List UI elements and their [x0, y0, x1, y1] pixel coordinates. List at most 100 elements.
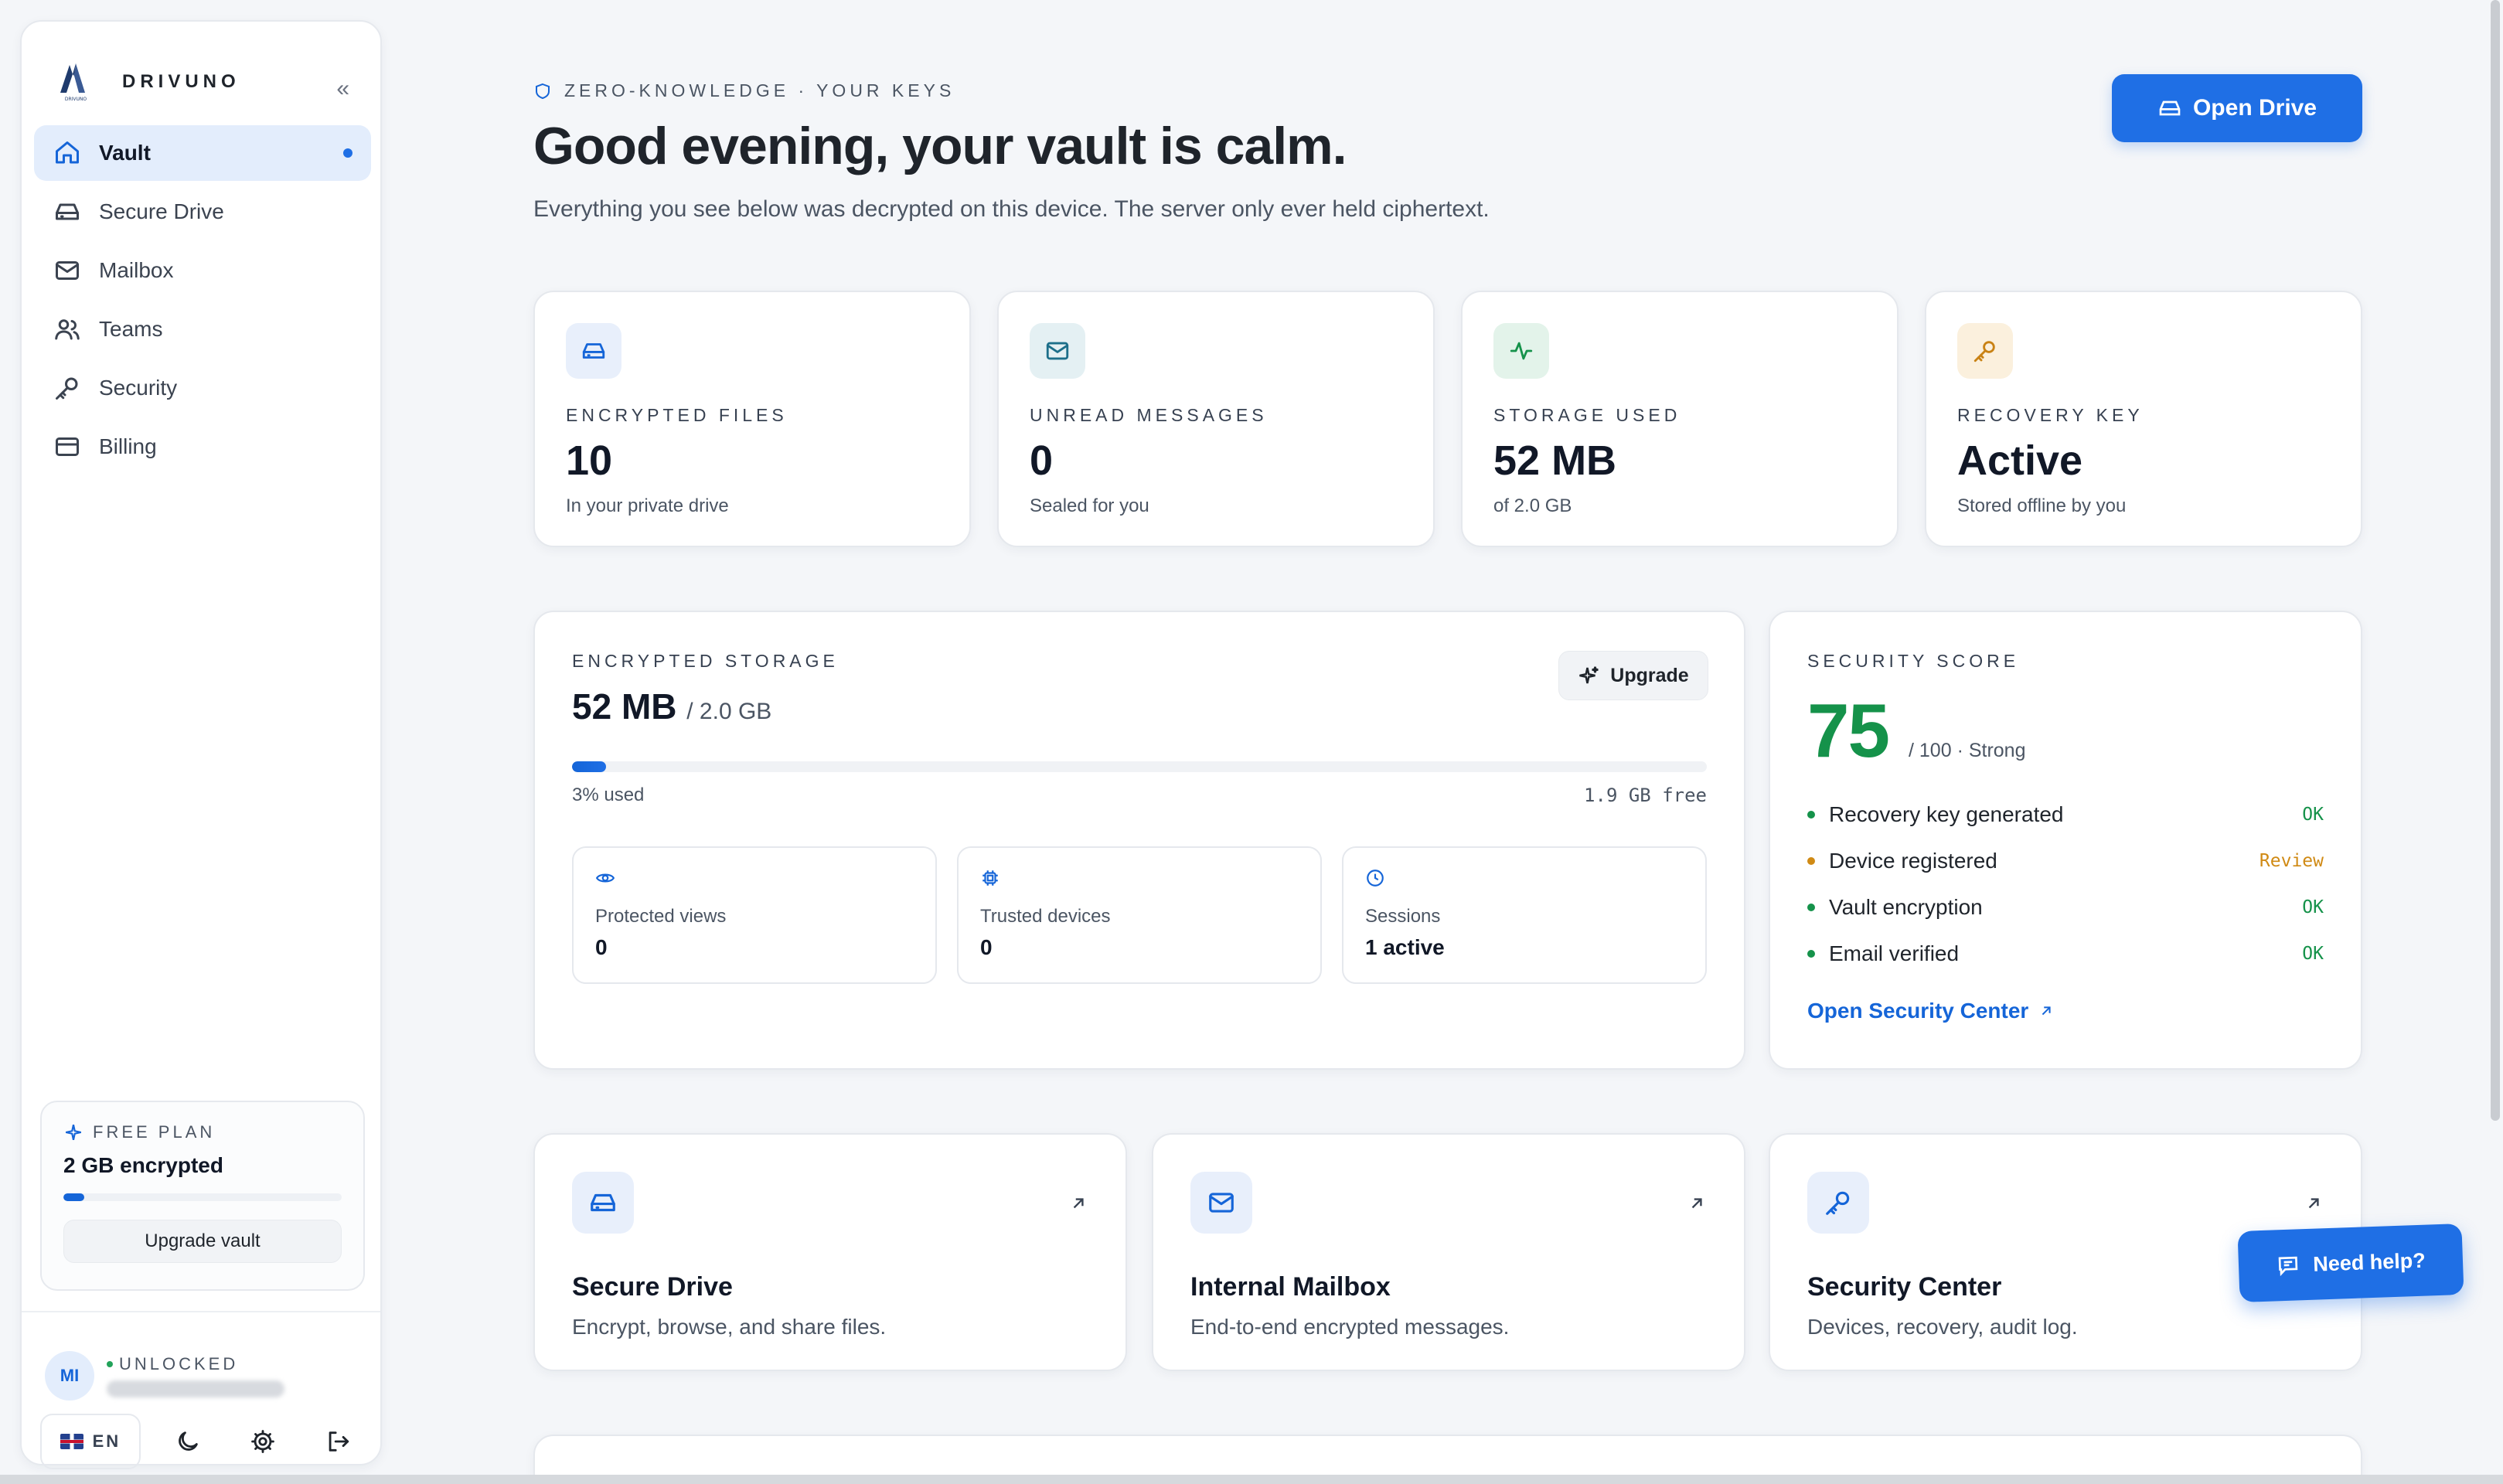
- score-row: 75 / 100 · Strong: [1807, 687, 2324, 774]
- quick-link-secure-drive[interactable]: Secure Drive Encrypt, browse, and share …: [533, 1133, 1127, 1371]
- plan-usage-bar: [63, 1193, 342, 1201]
- sidebar-item-secure-drive[interactable]: Secure Drive: [34, 184, 371, 240]
- storage-label: ENCRYPTED STORAGE: [572, 651, 839, 671]
- horizontal-scrollbar[interactable]: [0, 1475, 2503, 1484]
- encrypted-storage-card: ENCRYPTED STORAGE 52 MB / 2.0 GB Upgrade…: [533, 611, 1745, 1070]
- clock-icon: [1367, 870, 1384, 887]
- key-icon: [1807, 1172, 1869, 1234]
- status-badge: OK: [2302, 897, 2324, 917]
- sidebar-item-teams[interactable]: Teams: [34, 301, 371, 357]
- sidebar-item-label: Secure Drive: [99, 199, 224, 223]
- status-badge: OK: [2302, 944, 2324, 964]
- mini-trusted-devices: Trusted devices 0: [957, 846, 1322, 984]
- status-badge: Review: [2259, 851, 2324, 871]
- arrow-up-right-icon: [1068, 1193, 1088, 1217]
- vault-status: UNLOCKED: [107, 1354, 284, 1374]
- arrow-up-right-icon: [2042, 1006, 2051, 1016]
- quick-link-desc: End-to-end encrypted messages.: [1190, 1315, 1510, 1339]
- stat-sub: Sealed for you: [1030, 495, 1149, 516]
- quick-link-desc: Encrypt, browse, and share files.: [572, 1315, 887, 1339]
- sidebar-item-label: Mailbox: [99, 258, 174, 282]
- score-value: 75: [1807, 688, 1890, 773]
- theme-toggle-button[interactable]: [161, 1414, 216, 1469]
- active-indicator: [343, 148, 352, 158]
- sidebar-item-security[interactable]: Security: [34, 360, 371, 416]
- open-drive-button[interactable]: Open Drive: [2112, 74, 2362, 142]
- sidebar-item-vault[interactable]: Vault: [34, 125, 371, 181]
- score-label: SECURITY SCORE: [1807, 651, 2020, 671]
- activity-icon: [1493, 323, 1549, 379]
- mini-sessions: Sessions 1 active: [1342, 846, 1707, 984]
- stat-card-encrypted-files[interactable]: ENCRYPTED FILES 10 In your private drive: [533, 291, 971, 547]
- open-security-center-link[interactable]: Open Security Center: [1807, 999, 2324, 1023]
- sparkle-icon: [66, 1125, 81, 1140]
- storage-free-text: 1.9 GB free: [1584, 785, 1707, 806]
- sidebar-item-label: Teams: [99, 317, 163, 341]
- check-vault-encryption: Vault encryption OK: [1807, 884, 2324, 931]
- brand-logo-icon: DRIVUNO: [60, 63, 87, 102]
- need-help-button[interactable]: Need help?: [2237, 1223, 2464, 1303]
- user-row[interactable]: MI UNLOCKED: [45, 1351, 284, 1401]
- drive-icon: [566, 323, 621, 379]
- status-dot: [1807, 811, 1815, 819]
- quick-link-desc: Devices, recovery, audit log.: [1807, 1315, 2078, 1339]
- security-score-card: SECURITY SCORE 75 / 100 · Strong Recover…: [1769, 611, 2362, 1070]
- arrow-up-right-icon: [2304, 1193, 2324, 1217]
- status-badge: OK: [2302, 805, 2324, 825]
- storage-usage-fill: [572, 761, 607, 772]
- stat-card-recovery-key[interactable]: RECOVERY KEY Active Stored offline by yo…: [1925, 291, 2362, 547]
- quick-link-internal-mailbox[interactable]: Internal Mailbox End-to-end encrypted me…: [1152, 1133, 1745, 1371]
- sidebar-item-label: Vault: [99, 141, 151, 165]
- sidebar-item-billing[interactable]: Billing: [34, 419, 371, 475]
- score-max: / 100 · Strong: [1909, 740, 2026, 761]
- key-icon: [1957, 323, 2013, 379]
- sidebar-nav: Vault Secure Drive Mailbox Teams Securit…: [34, 125, 371, 478]
- stat-sub: In your private drive: [566, 495, 729, 516]
- upgrade-vault-button[interactable]: Upgrade vault: [63, 1220, 342, 1263]
- avatar: MI: [45, 1351, 94, 1401]
- divider: [22, 1311, 380, 1312]
- plan-card: FREE PLAN 2 GB encrypted Upgrade vault: [40, 1101, 365, 1291]
- sidebar-item-label: Billing: [99, 434, 157, 458]
- moon-icon: [179, 1431, 198, 1451]
- stat-value: 52 MB: [1493, 437, 1617, 484]
- uk-flag-icon: [60, 1434, 83, 1449]
- vertical-scrollbar[interactable]: [2491, 0, 2500, 1121]
- status-dot: [1807, 857, 1815, 865]
- home-icon: [53, 138, 82, 168]
- storage-meta: 3% used 1.9 GB free: [572, 785, 1707, 806]
- svg-text:DRIVUNO: DRIVUNO: [65, 97, 87, 102]
- plan-usage-fill: [63, 1193, 84, 1201]
- sidebar-item-mailbox[interactable]: Mailbox: [34, 243, 371, 298]
- storage-used-text: 3% used: [572, 785, 645, 805]
- language-switcher[interactable]: EN: [40, 1414, 141, 1469]
- drive-icon: [2159, 100, 2181, 116]
- quick-link-title: Internal Mailbox: [1190, 1272, 1391, 1302]
- sparkle-icon: [1579, 666, 1599, 684]
- status-dot: [107, 1361, 113, 1367]
- check-email-verified: Email verified OK: [1807, 931, 2324, 977]
- eye-icon: [595, 873, 615, 883]
- security-checks: Recovery key generated OK Device registe…: [1807, 791, 2324, 977]
- gear-icon: [251, 1430, 274, 1453]
- brand[interactable]: DRIVUNO DRIVUNO: [53, 51, 240, 113]
- stat-label: STORAGE USED: [1493, 405, 1681, 425]
- logout-button[interactable]: [310, 1414, 365, 1469]
- quick-link-title: Secure Drive: [572, 1272, 733, 1302]
- eyebrow: ZERO-KNOWLEDGE · YOUR KEYS: [533, 80, 955, 101]
- drive-icon: [53, 197, 82, 226]
- mail-icon: [1190, 1172, 1252, 1234]
- stat-label: ENCRYPTED FILES: [566, 405, 788, 425]
- user-email-redacted: [107, 1380, 284, 1397]
- stat-label: UNREAD MESSAGES: [1030, 405, 1268, 425]
- stat-sub: Stored offline by you: [1957, 495, 2127, 516]
- settings-button[interactable]: [236, 1414, 291, 1469]
- stat-card-storage-used[interactable]: STORAGE USED 52 MB of 2.0 GB: [1461, 291, 1899, 547]
- status-dot: [1807, 950, 1815, 958]
- mini-protected-views: Protected views 0: [572, 846, 937, 984]
- upgrade-button[interactable]: Upgrade: [1558, 651, 1708, 700]
- chip-icon: [982, 870, 998, 886]
- collapse-sidebar-icon[interactable]: «: [336, 77, 349, 100]
- stat-value: Active: [1957, 437, 2083, 484]
- stat-card-unread-messages[interactable]: UNREAD MESSAGES 0 Sealed for you: [997, 291, 1435, 547]
